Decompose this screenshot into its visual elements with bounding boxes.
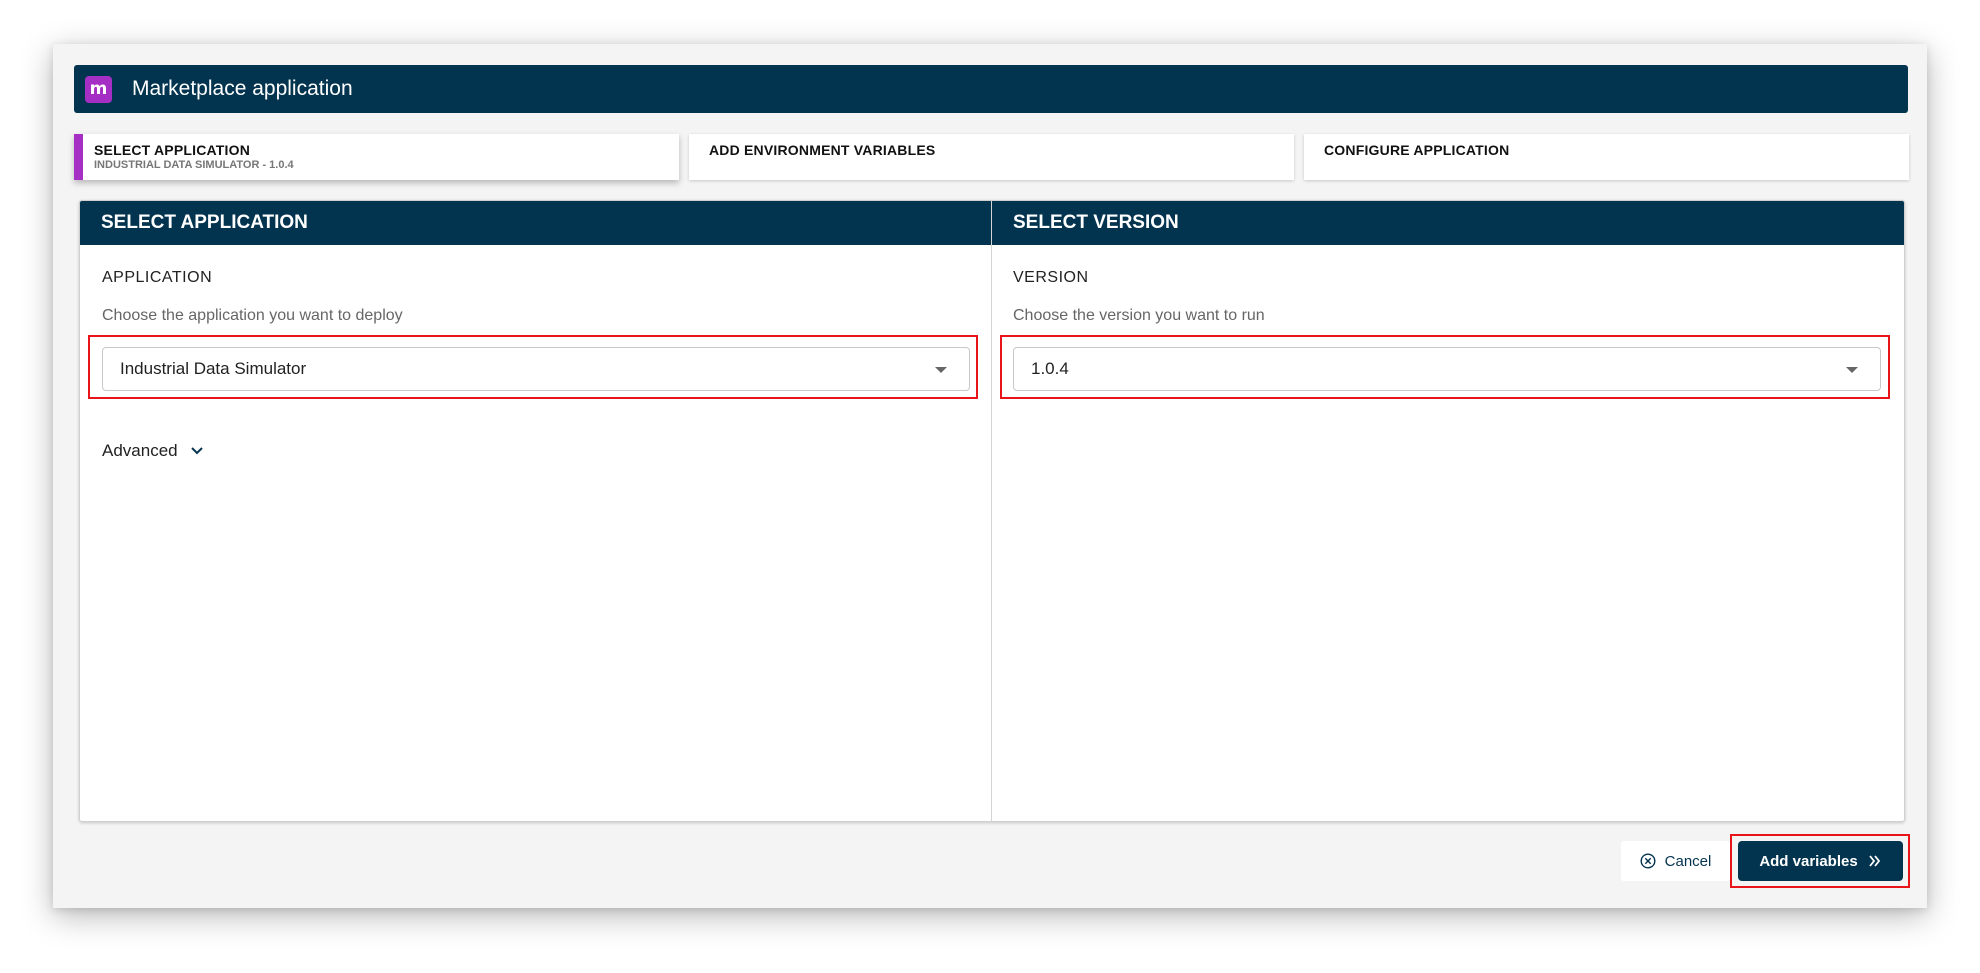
application-select-value: Industrial Data Simulator: [120, 359, 307, 378]
version-label: VERSION: [1013, 269, 1089, 286]
version-select[interactable]: 1.0.4: [1013, 347, 1881, 391]
step-title: CONFIGURE APPLICATION: [1324, 142, 1510, 158]
chevron-down-icon: [190, 447, 203, 455]
selection-panel: SELECT APPLICATION APPLICATION Choose th…: [79, 200, 1905, 822]
cancel-label: Cancel: [1664, 852, 1712, 870]
step-title: SELECT APPLICATION: [94, 142, 251, 158]
caret-down-icon: [1846, 367, 1858, 373]
step-configure-application[interactable]: CONFIGURE APPLICATION: [1304, 134, 1909, 180]
double-chevron-right-icon: [1868, 855, 1880, 867]
application-hint: Choose the application you want to deplo…: [102, 307, 403, 324]
dialog-titlebar: m Marketplace application: [74, 65, 1908, 113]
select-version-column: SELECT VERSION VERSION Choose the versio…: [992, 201, 1904, 821]
circle-x-icon: [1640, 853, 1656, 869]
marketplace-dialog: m Marketplace application SELECT APPLICA…: [53, 44, 1927, 908]
advanced-label: Advanced: [102, 441, 178, 460]
step-select-application[interactable]: SELECT APPLICATION INDUSTRIAL DATA SIMUL…: [74, 134, 679, 180]
stepper: SELECT APPLICATION INDUSTRIAL DATA SIMUL…: [74, 134, 1909, 180]
version-hint: Choose the version you want to run: [1013, 307, 1265, 324]
select-version-header: SELECT VERSION: [992, 201, 1904, 245]
add-variables-button[interactable]: Add variables: [1738, 841, 1903, 881]
cancel-button[interactable]: Cancel: [1621, 841, 1730, 881]
select-application-header: SELECT APPLICATION: [80, 201, 991, 245]
add-variables-label: Add variables: [1759, 852, 1858, 870]
version-select-value: 1.0.4: [1031, 359, 1069, 378]
step-subtitle: INDUSTRIAL DATA SIMULATOR - 1.0.4: [94, 159, 294, 171]
select-application-column: SELECT APPLICATION APPLICATION Choose th…: [80, 201, 992, 821]
application-select[interactable]: Industrial Data Simulator: [102, 347, 970, 391]
caret-down-icon: [935, 367, 947, 373]
application-label: APPLICATION: [102, 269, 213, 286]
advanced-toggle[interactable]: Advanced: [102, 441, 204, 461]
step-title: ADD ENVIRONMENT VARIABLES: [709, 142, 936, 158]
step-add-environment-variables[interactable]: ADD ENVIRONMENT VARIABLES: [689, 134, 1294, 180]
app-logo-icon: m: [85, 75, 112, 103]
dialog-title: Marketplace application: [132, 77, 353, 100]
active-step-indicator: [74, 134, 83, 180]
